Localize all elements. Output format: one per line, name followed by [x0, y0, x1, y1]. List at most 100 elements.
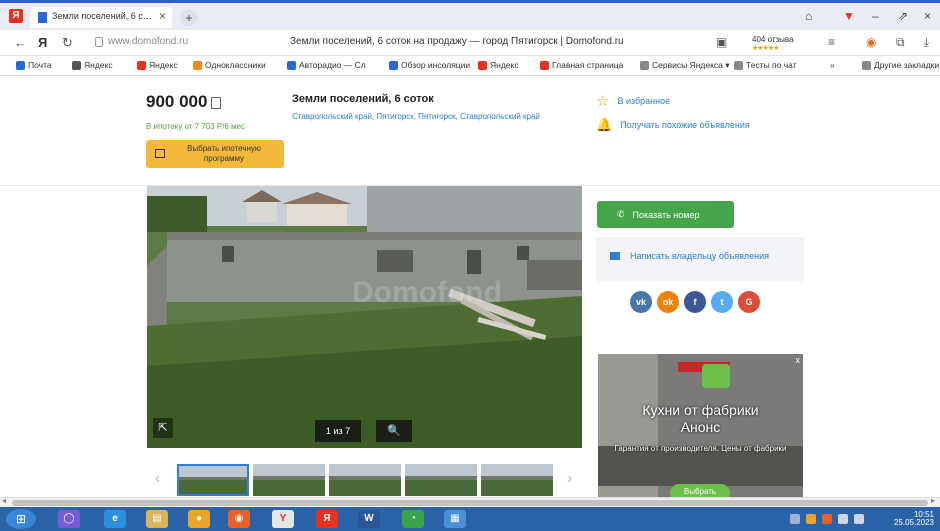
zoom-icon[interactable]: 🔍: [376, 420, 412, 442]
share-G-icon[interactable]: G: [738, 291, 760, 313]
ad-headline-line-1: Кухни от фабрики: [642, 402, 759, 418]
taskbar-app-icon[interactable]: Y: [272, 510, 294, 528]
reviews-badge[interactable]: 404 отзыва: [752, 35, 794, 44]
address-bar: ← Я ↻ www.domofond.ru Земли поселений, 6…: [0, 30, 940, 56]
scroll-right-icon[interactable]: ▸: [931, 496, 935, 505]
thumbnail-4[interactable]: [405, 464, 477, 496]
tray-app-icon-2[interactable]: [822, 514, 832, 524]
download-icon[interactable]: ⤓: [924, 35, 929, 50]
mortgage-program-button[interactable]: Выбрать ипотечную программу: [146, 140, 284, 168]
bookmark-item[interactable]: Главная страница: [540, 60, 623, 70]
add-to-favorites-link[interactable]: ☆ В избранное: [596, 92, 670, 110]
yandex-browser-icon[interactable]: Я: [9, 9, 23, 23]
tray-clock[interactable]: 10:51 25.05.2023: [894, 511, 934, 527]
envelope-icon: [610, 252, 620, 260]
home-icon[interactable]: ⌂: [805, 9, 812, 23]
bookmark-item[interactable]: Яндекс: [478, 60, 519, 70]
back-arrow-icon[interactable]: ←: [14, 35, 27, 50]
bookmark-label: Сервисы Яндекса ▾: [652, 60, 730, 70]
bookmark-favicon-icon: [16, 60, 25, 70]
taskbar-app-icon[interactable]: Я: [316, 510, 338, 528]
horizontal-scrollbar[interactable]: ◂ ▸: [0, 496, 940, 507]
write-owner-button[interactable]: Написать владельцу объявления: [610, 251, 769, 261]
extensions-icon[interactable]: ▼: [843, 9, 855, 23]
bookmark-item[interactable]: »: [818, 60, 835, 70]
browser-tab-active[interactable]: Земли поселений, 6 с… ×: [30, 7, 172, 28]
url-field[interactable]: www.domofond.ru: [108, 36, 188, 47]
expand-icon[interactable]: ⇱: [153, 418, 173, 438]
bookmark-favicon-icon: [540, 60, 549, 70]
reload-icon[interactable]: ↻: [62, 35, 73, 51]
thumbs-next-icon[interactable]: ›: [567, 470, 572, 488]
star-icon: ☆: [596, 93, 610, 110]
tab-close-icon[interactable]: ×: [159, 9, 166, 23]
network-icon[interactable]: [838, 514, 848, 524]
phone-icon: ✆: [617, 209, 625, 219]
share-f-icon[interactable]: f: [684, 291, 706, 313]
reader-mode-icon[interactable]: ▣: [716, 35, 727, 49]
listing-title: Земли поселений, 6 соток: [292, 93, 434, 105]
bookmark-item[interactable]: Другие закладки ▾: [862, 60, 940, 71]
share-t-icon[interactable]: t: [711, 291, 733, 313]
bookmark-item[interactable]: Тесты по чат: [734, 60, 797, 70]
kitchen-ad-banner[interactable]: x Кухни от фабрики Анонс Гарантия от про…: [598, 354, 803, 497]
bookmark-favicon-icon: [818, 60, 827, 70]
browser-tab-bar: Я Земли поселений, 6 с… × + ⌂ ▼ – ⇗ ×: [0, 3, 940, 30]
bookmark-favicon-icon: [862, 61, 871, 70]
collections-icon[interactable]: ⧉: [896, 35, 905, 50]
bookmark-item[interactable]: Почта: [16, 60, 52, 70]
bookmark-item[interactable]: Яндекс: [137, 60, 178, 70]
taskbar-app-icon[interactable]: ◯: [58, 510, 80, 528]
thumbs-prev-icon[interactable]: ‹: [155, 470, 160, 488]
thumbnail-3[interactable]: [329, 464, 401, 496]
bookmark-item[interactable]: Oбзор инсоляции: [389, 60, 470, 70]
bookmark-favicon-icon: [478, 60, 487, 70]
bell-icon: 🔔: [596, 117, 613, 132]
tray-up-icon[interactable]: [790, 514, 800, 524]
taskbar-app-icon[interactable]: ▤: [146, 510, 168, 528]
close-window-icon[interactable]: ×: [924, 9, 931, 23]
thumbnail-2[interactable]: [253, 464, 325, 496]
ad-cta-button[interactable]: Выбрать: [670, 484, 730, 497]
bookmark-item[interactable]: Авторадио — Сл: [287, 60, 366, 70]
yandex-logo-icon[interactable]: Я: [38, 35, 47, 50]
similar-listings-link[interactable]: 🔔 Получать похожие объявления: [596, 117, 750, 133]
listing-address[interactable]: Ставропольский край, Пятигорск, Пятигорс…: [292, 111, 552, 122]
bookmark-item[interactable]: Сервисы Яндекса ▾: [640, 60, 730, 71]
new-tab-button[interactable]: +: [180, 10, 198, 26]
taskbar-app-icon[interactable]: e: [104, 510, 126, 528]
taskbar-app-icon[interactable]: ◉: [228, 510, 250, 528]
tray-app-icon[interactable]: [806, 514, 816, 524]
taskbar-app-icon[interactable]: W: [358, 510, 380, 528]
bookmark-item[interactable]: Одноклассники: [193, 60, 266, 70]
scrollbar-thumb[interactable]: [12, 500, 928, 506]
share-vk-icon[interactable]: vk: [630, 291, 652, 313]
thumbnail-1[interactable]: [177, 464, 249, 496]
taskbar-app-icon[interactable]: ◔: [402, 510, 424, 528]
lock-icon: [95, 37, 103, 47]
share-ok-icon[interactable]: ok: [657, 291, 679, 313]
photo-counter: 1 из 7: [315, 420, 361, 442]
mortgage-text[interactable]: В ипотеку от 7 703 Р/6 мес: [146, 122, 245, 131]
profile-icon[interactable]: ◉: [866, 35, 876, 49]
start-button[interactable]: ⊞: [6, 509, 36, 529]
menu-icon[interactable]: ≡: [828, 35, 835, 49]
thumbnail-5[interactable]: [481, 464, 553, 496]
listing-photo[interactable]: Domofond ⇱ 1 из 7 🔍: [147, 186, 582, 448]
show-phone-label: Показать номер: [632, 209, 700, 220]
bookmark-item[interactable]: Яндекс: [72, 60, 113, 70]
ad-close-icon[interactable]: x: [796, 355, 801, 365]
bookmark-favicon-icon: [734, 60, 743, 70]
taskbar-app-icon[interactable]: ▦: [444, 510, 466, 528]
ad-logo-icon: [702, 364, 730, 388]
taskbar-app-icon[interactable]: ●: [188, 510, 210, 528]
photo-thumbnails: ‹ ›: [147, 462, 587, 497]
restore-icon[interactable]: ⇗: [898, 9, 908, 23]
bookmark-label: Яндекс: [149, 60, 178, 70]
bookmark-label: Oбзор инсоляции: [401, 60, 471, 70]
scroll-left-icon[interactable]: ◂: [2, 496, 6, 505]
tab-title: Земли поселений, 6 с…: [52, 11, 152, 21]
show-phone-button[interactable]: ✆ Показать номер: [597, 201, 734, 228]
minimize-icon[interactable]: –: [872, 9, 879, 23]
volume-icon[interactable]: [854, 514, 864, 524]
